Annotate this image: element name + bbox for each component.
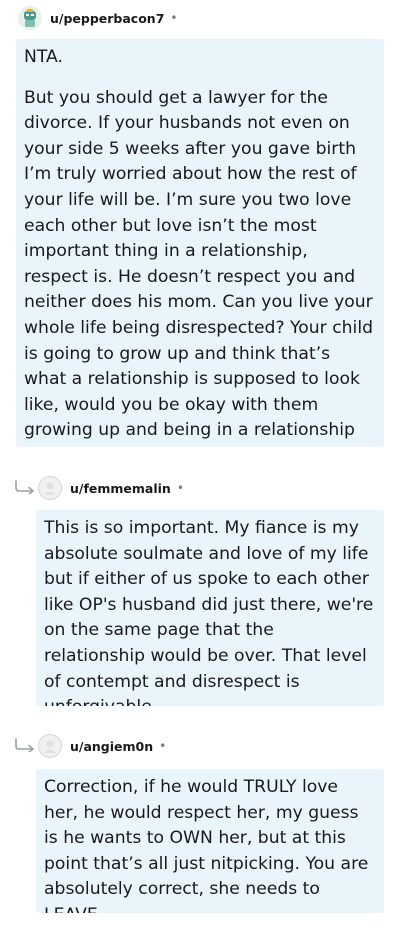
separator-dot: • bbox=[170, 11, 178, 25]
comment-header: u/angiem0n • bbox=[38, 732, 166, 760]
username[interactable]: u/femmemalin bbox=[70, 481, 171, 496]
avatar[interactable] bbox=[18, 6, 42, 30]
comment-paragraph: Correction, if he would TRULY love her, … bbox=[44, 777, 369, 913]
separator-dot: • bbox=[159, 739, 167, 753]
avatar[interactable] bbox=[38, 734, 62, 758]
comment-paragraph: This is so important. My fiance is my ab… bbox=[44, 518, 374, 706]
comment-paragraph: But you should get a lawyer for the divo… bbox=[24, 87, 374, 447]
reply-arrow-icon bbox=[15, 480, 34, 494]
comment-paragraph: NTA. bbox=[24, 47, 63, 67]
comment-body: Correction, if he would TRULY love her, … bbox=[36, 769, 384, 913]
default-avatar-icon bbox=[44, 740, 56, 753]
reply-arrow-icon bbox=[15, 738, 34, 752]
default-avatar-icon bbox=[44, 482, 56, 495]
comment-body: NTA. But you should get a lawyer for the… bbox=[16, 39, 384, 447]
avatar-icon bbox=[18, 6, 42, 30]
avatar[interactable] bbox=[38, 476, 62, 500]
username[interactable]: u/angiem0n bbox=[70, 739, 153, 754]
comment-header: u/femmemalin • bbox=[38, 474, 184, 502]
username[interactable]: u/pepperbacon7 bbox=[50, 11, 164, 26]
comment-header: u/pepperbacon7 • bbox=[18, 4, 177, 32]
comment-body: This is so important. My fiance is my ab… bbox=[36, 510, 384, 706]
separator-dot: • bbox=[176, 481, 184, 495]
